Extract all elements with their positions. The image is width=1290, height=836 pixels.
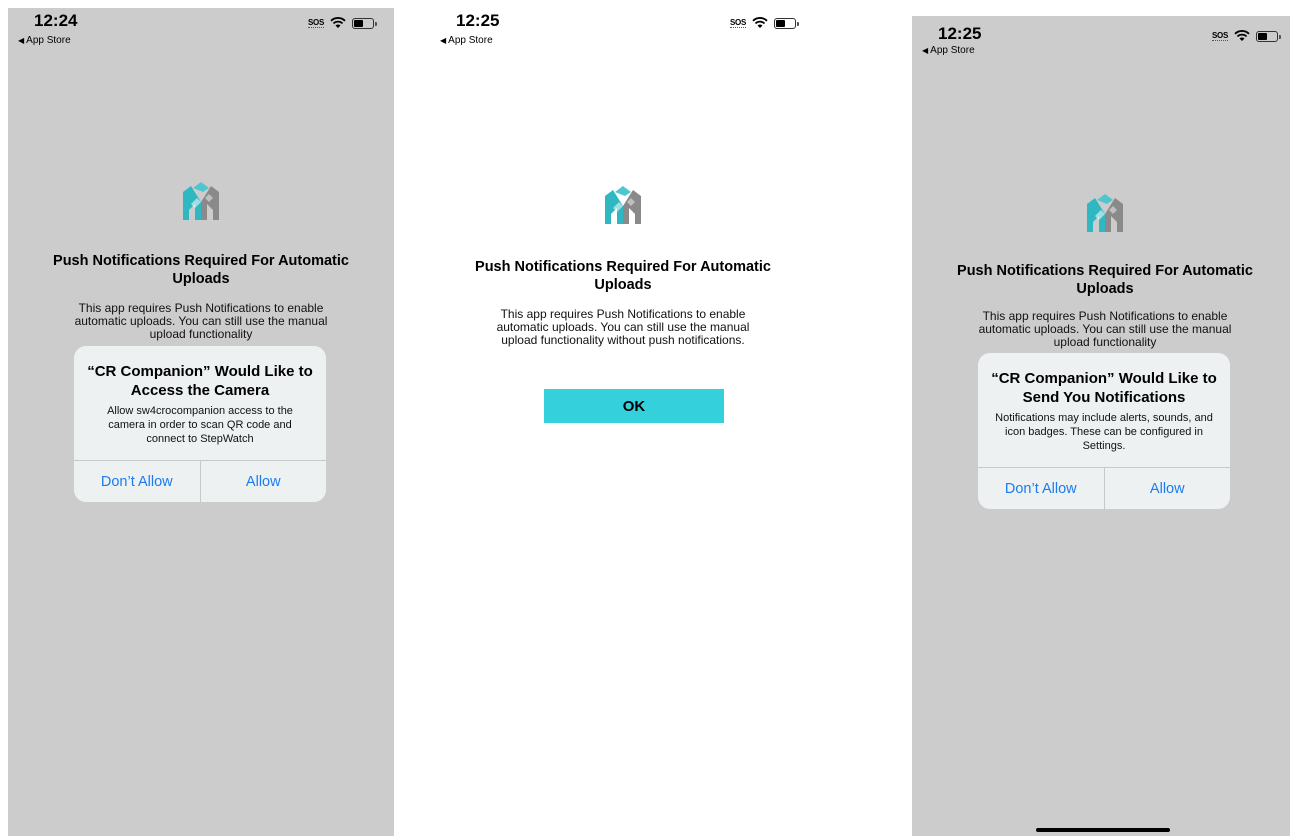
back-triangle-icon: ◀: [922, 46, 929, 55]
status-time: 12:25: [456, 11, 500, 30]
app-logo-icon: [605, 186, 641, 224]
back-triangle-icon: ◀: [440, 36, 447, 45]
alert-title: “CR Companion” Would Like to Access the …: [87, 363, 313, 399]
alert-button-row: Don’t Allow Allow: [978, 467, 1230, 509]
status-icons: SOS: [308, 17, 377, 29]
camera-permission-alert: “CR Companion” Would Like to Access the …: [74, 346, 326, 502]
sos-indicator: SOS: [1212, 31, 1228, 41]
app-logo-icon: [183, 182, 219, 220]
status-icons: SOS: [1212, 30, 1281, 42]
alert-message: Notifications may include alerts, sounds…: [995, 412, 1213, 452]
page-title: Push Notifications Required For Automati…: [957, 263, 1253, 297]
battery-icon: [774, 17, 799, 29]
page-description: This app requires Push Notifications to …: [978, 310, 1232, 349]
wifi-icon: [752, 17, 768, 29]
dont-allow-button[interactable]: Don’t Allow: [978, 468, 1104, 509]
page-title: Push Notifications Required For Automati…: [475, 259, 771, 293]
back-triangle-icon: ◀: [18, 36, 25, 45]
screen-camera-permission: 12:24 ◀ App Store SOS Push Notifications …: [8, 8, 394, 836]
alert-message: Allow sw4crocompanion access to the came…: [107, 405, 293, 445]
status-icons: SOS: [730, 17, 799, 29]
allow-button[interactable]: Allow: [199, 461, 327, 502]
allow-button[interactable]: Allow: [1103, 468, 1231, 509]
status-time: 12:25: [938, 24, 982, 43]
back-to-app-store-link[interactable]: ◀ App Store: [922, 45, 975, 56]
back-to-app-store-link[interactable]: ◀ App Store: [18, 35, 71, 46]
page-description: This app requires Push Notifications to …: [496, 307, 750, 347]
screen-push-notice: 12:25 ◀ App Store SOS Push Notifications …: [430, 8, 816, 836]
back-link-label: App Store: [930, 45, 975, 56]
battery-icon: [352, 17, 377, 29]
ok-button[interactable]: OK: [544, 389, 724, 423]
back-link-label: App Store: [448, 35, 493, 46]
page-title: Push Notifications Required For Automati…: [53, 253, 349, 287]
back-to-app-store-link[interactable]: ◀ App Store: [440, 35, 493, 46]
sos-indicator: SOS: [308, 18, 324, 28]
back-link-label: App Store: [26, 35, 71, 46]
sos-indicator: SOS: [730, 18, 746, 28]
app-logo-icon: [1087, 194, 1123, 232]
battery-icon: [1256, 30, 1281, 42]
screen-notification-permission: 12:25 ◀ App Store SOS Push Notifications …: [912, 16, 1290, 836]
page-description: This app requires Push Notifications to …: [74, 302, 328, 341]
wifi-icon: [1234, 30, 1250, 42]
home-indicator[interactable]: [1036, 828, 1170, 832]
status-time: 12:24: [34, 11, 78, 30]
alert-button-row: Don’t Allow Allow: [74, 460, 326, 502]
wifi-icon: [330, 17, 346, 29]
alert-title: “CR Companion” Would Like to Send You No…: [991, 370, 1217, 406]
dont-allow-button[interactable]: Don’t Allow: [74, 461, 200, 502]
notification-permission-alert: “CR Companion” Would Like to Send You No…: [978, 353, 1230, 509]
